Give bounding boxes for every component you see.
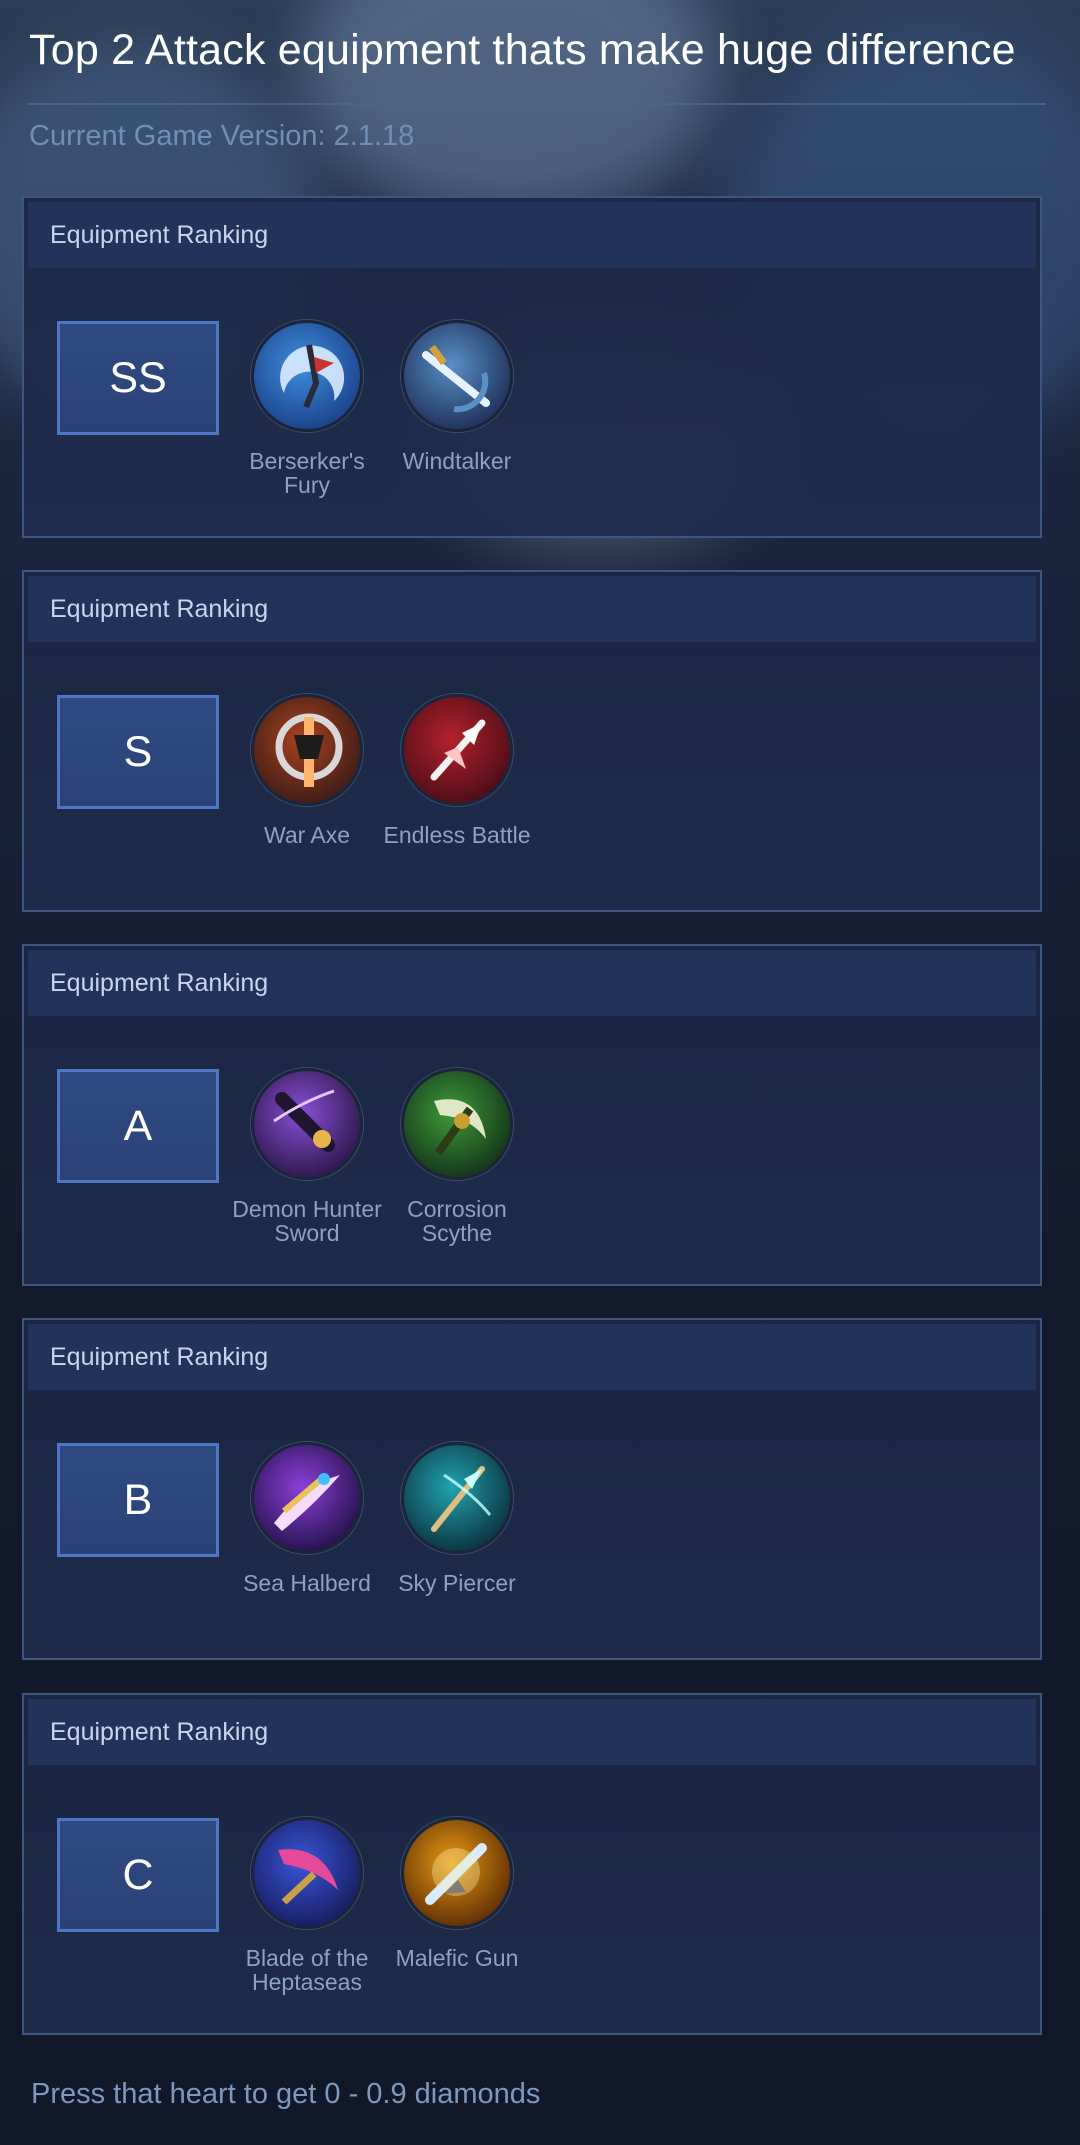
tier-panel-ss: Equipment Ranking SS Berserker's Fury Win… [22,196,1042,538]
tier-panel-c: Equipment Ranking C Blade of the Heptasea… [22,1693,1042,2035]
panel-header: Equipment Ranking [28,1324,1036,1390]
equipment-name: Berserker's Fury [249,448,365,498]
equipment-name: Corrosion Scythe [407,1196,507,1246]
equipment-item[interactable]: Windtalker [382,320,532,473]
page-title: Top 2 Attack equipment thats make huge d… [29,26,1016,74]
rank-badge: B [57,1443,219,1557]
panel-header-label: Equipment Ranking [50,969,269,997]
equipment-item[interactable]: War Axe [232,694,382,847]
equipment-name: Sky Piercer [398,1570,516,1596]
equipment-item[interactable]: Demon Hunter Sword [232,1068,382,1245]
panel-header: Equipment Ranking [28,576,1036,642]
equipment-item[interactable]: Malefic Gun [382,1817,532,1970]
berserkers-fury-icon[interactable] [251,320,363,432]
game-version: Current Game Version: 2.1.18 [29,120,415,152]
equipment-item[interactable]: Berserker's Fury [232,320,382,497]
demon-hunter-sword-icon[interactable] [251,1068,363,1180]
corrosion-scythe-icon[interactable] [401,1068,513,1180]
footer-text: Press that heart to get 0 - 0.9 diamonds [31,2078,541,2110]
equipment-name: Malefic Gun [395,1945,519,1971]
rank-badge: S [57,695,219,809]
equipment-name: Demon Hunter Sword [232,1196,382,1246]
panel-header-label: Equipment Ranking [50,1718,269,1746]
equipment-item[interactable]: Sea Halberd [232,1442,382,1595]
equipment-name: Sea Halberd [243,1570,371,1596]
windtalker-icon[interactable] [401,320,513,432]
tier-panel-b: Equipment Ranking B Sea Halberd Sky Pierc… [22,1318,1042,1660]
equipment-name: War Axe [263,822,351,848]
panel-header-label: Equipment Ranking [50,595,269,623]
rank-badge: A [57,1069,219,1183]
tier-panel-a: Equipment Ranking A Demon Hunter Sword Co… [22,944,1042,1286]
panel-header: Equipment Ranking [28,1699,1036,1765]
panel-header: Equipment Ranking [28,950,1036,1016]
equipment-name: Windtalker [402,448,512,474]
blade-of-the-heptaseas-icon[interactable] [251,1817,363,1929]
panel-header-label: Equipment Ranking [50,1343,269,1371]
equipment-item[interactable]: Blade of the Heptaseas [232,1817,382,1994]
sky-piercer-icon[interactable] [401,1442,513,1554]
war-axe-icon[interactable] [251,694,363,806]
panel-header: Equipment Ranking [28,202,1036,268]
tier-panel-s: Equipment Ranking S War Axe Endless Battl… [22,570,1042,912]
panel-header-label: Equipment Ranking [50,221,269,249]
equipment-name: Blade of the Heptaseas [245,1945,369,1995]
rank-badge: C [57,1818,219,1932]
endless-battle-icon[interactable] [401,694,513,806]
title-divider [28,103,1046,105]
malefic-gun-icon[interactable] [401,1817,513,1929]
equipment-name: Endless Battle [383,822,531,848]
sea-halberd-icon[interactable] [251,1442,363,1554]
equipment-item[interactable]: Sky Piercer [382,1442,532,1595]
rank-badge: SS [57,321,219,435]
equipment-item[interactable]: Endless Battle [382,694,532,847]
equipment-item[interactable]: Corrosion Scythe [382,1068,532,1245]
